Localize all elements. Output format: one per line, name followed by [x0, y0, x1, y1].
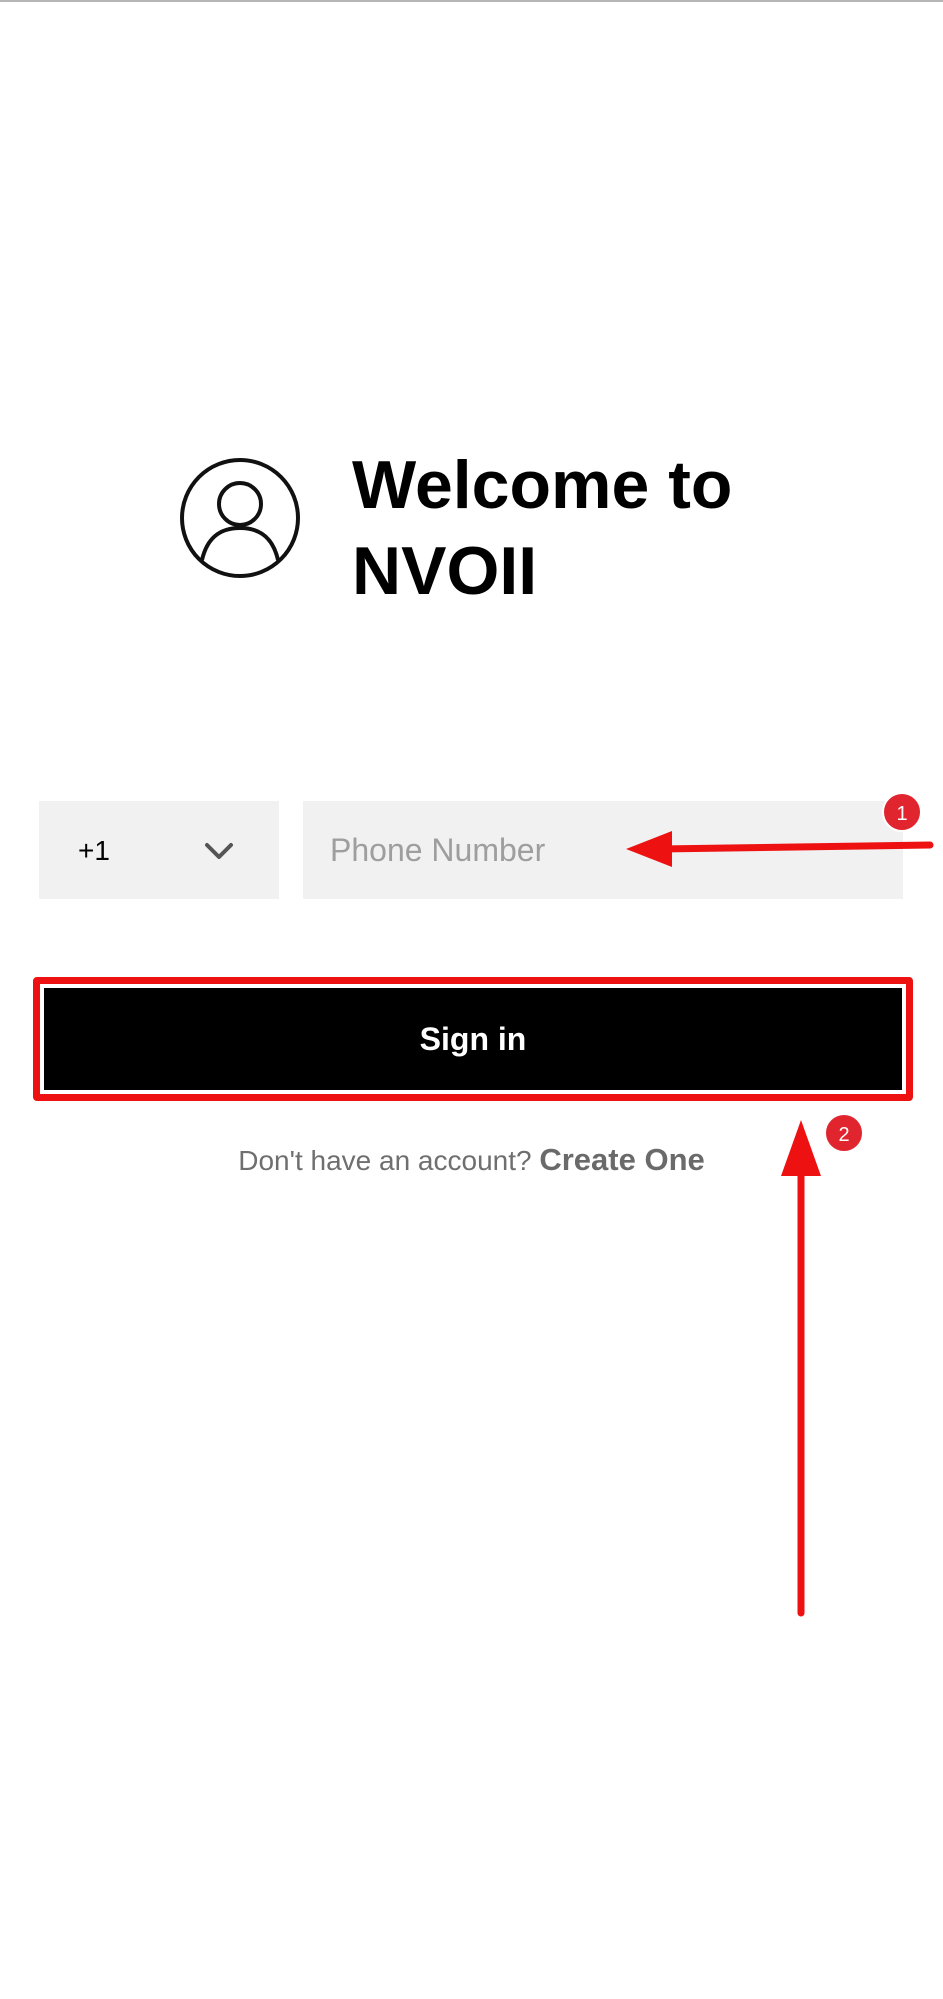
country-code-value: +1 — [78, 835, 110, 866]
user-circle-icon — [180, 458, 300, 578]
title-line-1: Welcome to — [352, 447, 733, 523]
phone-number-input[interactable] — [303, 801, 903, 899]
chevron-down-icon — [205, 843, 233, 859]
status-divider — [0, 0, 943, 2]
welcome-header: Welcome to NVOII — [178, 442, 778, 609]
signup-prompt-line: Don't have an account? Create One — [0, 1142, 943, 1178]
title-line-2: NVOII — [352, 533, 538, 609]
sign-in-button[interactable]: Sign in — [44, 988, 902, 1090]
create-account-link[interactable]: Create One — [539, 1142, 704, 1177]
signup-prompt: Don't have an account? — [238, 1145, 532, 1176]
country-code-select[interactable]: +1 — [39, 801, 279, 899]
page-title: Welcome to NVOII — [352, 442, 792, 614]
